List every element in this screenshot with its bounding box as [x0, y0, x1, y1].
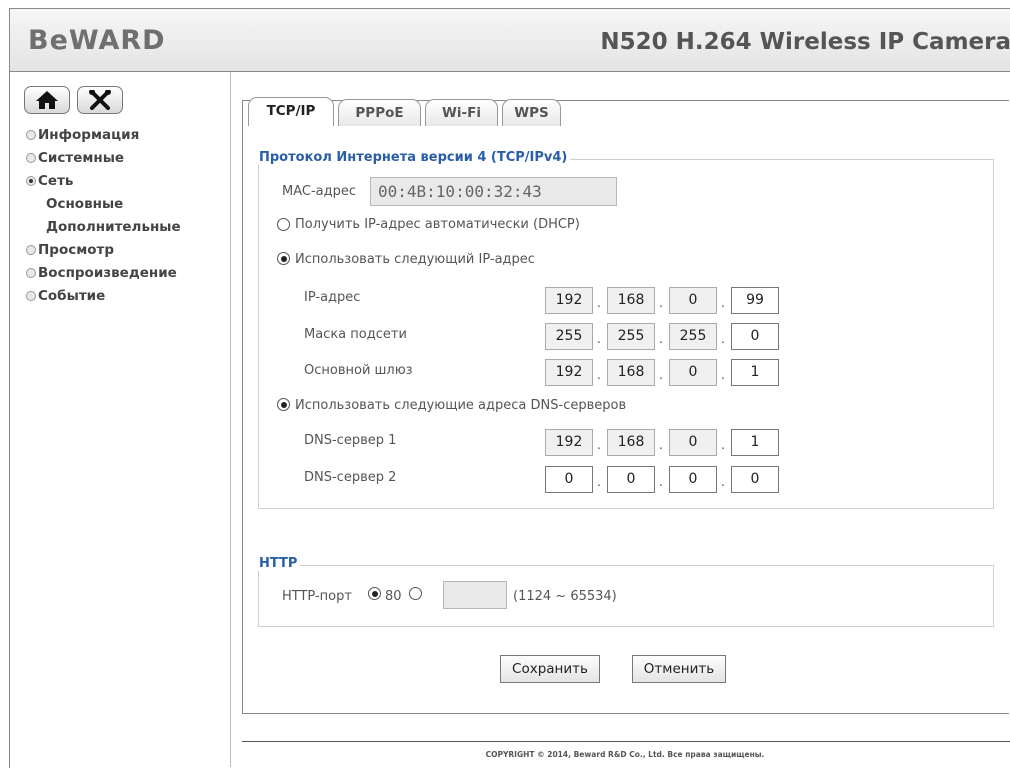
- dns2-octet-4[interactable]: 0: [731, 466, 779, 493]
- settings-button[interactable]: [77, 86, 124, 114]
- dns1-label: DNS-сервер 1: [304, 433, 397, 448]
- sidebar-item-label: Воспроизведение: [38, 265, 177, 281]
- static-dns-radio[interactable]: [277, 398, 290, 411]
- dns1-octet-3[interactable]: 0: [669, 429, 717, 456]
- mask-octet-4[interactable]: 0: [731, 323, 779, 350]
- dhcp-label: Получить IP-адрес автоматически (DHCP): [295, 217, 580, 232]
- sidebar-top-buttons: [24, 86, 125, 114]
- octet-separator: .: [597, 368, 601, 382]
- dns2-octet-2[interactable]: 0: [607, 466, 655, 493]
- static-dns-label: Использовать следующие адреса DNS-сервер…: [295, 398, 627, 413]
- octet-separator: .: [597, 438, 601, 452]
- octet-separator: .: [659, 368, 663, 382]
- ip-octet-4[interactable]: 99: [731, 287, 779, 314]
- radio-bullet-icon: [26, 130, 36, 140]
- footer-divider: [242, 741, 1010, 742]
- tab-wps[interactable]: WPS: [502, 99, 561, 126]
- http-port-default-radio[interactable]: [368, 587, 381, 600]
- product-title: N520 H.264 Wireless IP Camera: [600, 29, 1010, 55]
- octet-separator: .: [597, 475, 601, 489]
- octet-separator: .: [721, 296, 725, 310]
- gateway-octet-3[interactable]: 0: [669, 359, 717, 386]
- sidebar-item-label: Информация: [38, 127, 140, 143]
- sidebar-item-event[interactable]: Событие: [26, 285, 181, 308]
- sidebar-divider: [230, 72, 231, 767]
- sidebar-item-label: Основные: [46, 196, 124, 212]
- brand-logo: BeWARD: [28, 25, 166, 56]
- sidebar-item-playback[interactable]: Воспроизведение: [26, 262, 181, 285]
- octet-separator: .: [659, 296, 663, 310]
- gateway-octet-4[interactable]: 1: [731, 359, 779, 386]
- ip-octet-3[interactable]: 0: [669, 287, 717, 314]
- http-port-custom-radio[interactable]: [409, 587, 422, 600]
- ip-octet-1[interactable]: 192: [545, 287, 593, 314]
- ip-address-label: IP-адрес: [304, 290, 361, 305]
- http-port-default-value: 80: [385, 589, 402, 604]
- octet-separator: .: [721, 475, 725, 489]
- home-button[interactable]: [24, 86, 70, 114]
- copyright-footer: COPYRIGHT © 2014, Beward R&D Co., Ltd. В…: [485, 750, 765, 759]
- tab-tcpip[interactable]: TCP/IP: [248, 97, 334, 126]
- header: BeWARD N520 H.264 Wireless IP Camera: [9, 8, 1010, 71]
- sidebar-subitem-basic[interactable]: Основные: [26, 193, 181, 216]
- dns1-octet-1[interactable]: 192: [545, 429, 593, 456]
- mac-label: MAC-адрес: [282, 184, 357, 199]
- sidebar-item-label: Событие: [38, 288, 106, 304]
- mask-octet-3[interactable]: 255: [669, 323, 717, 350]
- octet-separator: .: [597, 296, 601, 310]
- dns2-label: DNS-сервер 2: [304, 470, 397, 485]
- sidebar-item-network[interactable]: Сеть: [26, 170, 181, 193]
- tab-pppoe[interactable]: PPPoE: [338, 99, 421, 126]
- sidebar-item-system[interactable]: Системные: [26, 147, 181, 170]
- tools-icon: [89, 90, 112, 110]
- octet-separator: .: [659, 475, 663, 489]
- dns1-octet-4[interactable]: 1: [731, 429, 779, 456]
- sidebar-item-info[interactable]: Информация: [26, 124, 181, 147]
- sidebar-item-label: Системные: [38, 150, 125, 166]
- http-legend: HTTP: [256, 556, 301, 571]
- mac-field: 00:4B:10:00:32:43: [370, 177, 617, 206]
- octet-separator: .: [721, 332, 725, 346]
- dhcp-radio[interactable]: [277, 218, 290, 231]
- mask-octet-2[interactable]: 255: [607, 323, 655, 350]
- dns2-octet-3[interactable]: 0: [669, 466, 717, 493]
- static-ip-label: Использовать следующий IP-адрес: [295, 252, 535, 267]
- sidebar-item-label: Дополнительные: [46, 219, 181, 235]
- header-divider: [9, 71, 1010, 72]
- tab-wifi[interactable]: Wi-Fi: [425, 99, 498, 126]
- sidebar-menu: Информация Системные Сеть Основные Допол…: [26, 124, 181, 308]
- gateway-octet-1[interactable]: 192: [545, 359, 593, 386]
- octet-separator: .: [597, 332, 601, 346]
- dns2-octet-1[interactable]: 0: [545, 466, 593, 493]
- mask-octet-1[interactable]: 255: [545, 323, 593, 350]
- octet-separator: .: [721, 438, 725, 452]
- sidebar-subitem-advanced[interactable]: Дополнительные: [26, 216, 181, 239]
- radio-bullet-icon: [26, 268, 36, 278]
- gateway-label: Основной шлюз: [304, 363, 413, 378]
- octet-separator: .: [659, 332, 663, 346]
- http-port-input[interactable]: [443, 581, 507, 609]
- sidebar-item-label: Сеть: [38, 173, 74, 189]
- save-button[interactable]: Сохранить: [500, 655, 600, 683]
- sidebar-item-view[interactable]: Просмотр: [26, 239, 181, 262]
- radio-bullet-icon: [26, 291, 36, 301]
- gateway-octet-2[interactable]: 168: [607, 359, 655, 386]
- home-icon: [36, 91, 58, 109]
- http-port-label: HTTP-порт: [282, 589, 352, 604]
- subnet-mask-label: Маска подсети: [304, 327, 407, 342]
- http-port-range-hint: (1124 ~ 65534): [513, 589, 617, 604]
- octet-separator: .: [721, 368, 725, 382]
- octet-separator: .: [659, 438, 663, 452]
- radio-bullet-icon: [26, 245, 36, 255]
- ipv4-legend: Протокол Интернета версии 4 (TCP/IPv4): [256, 150, 571, 165]
- radio-bullet-icon: [26, 153, 36, 163]
- dns1-octet-2[interactable]: 168: [607, 429, 655, 456]
- sidebar-item-label: Просмотр: [38, 242, 115, 258]
- ip-octet-2[interactable]: 168: [607, 287, 655, 314]
- static-ip-radio[interactable]: [277, 252, 290, 265]
- cancel-button[interactable]: Отменить: [632, 655, 726, 683]
- radio-bullet-selected-icon: [26, 176, 36, 186]
